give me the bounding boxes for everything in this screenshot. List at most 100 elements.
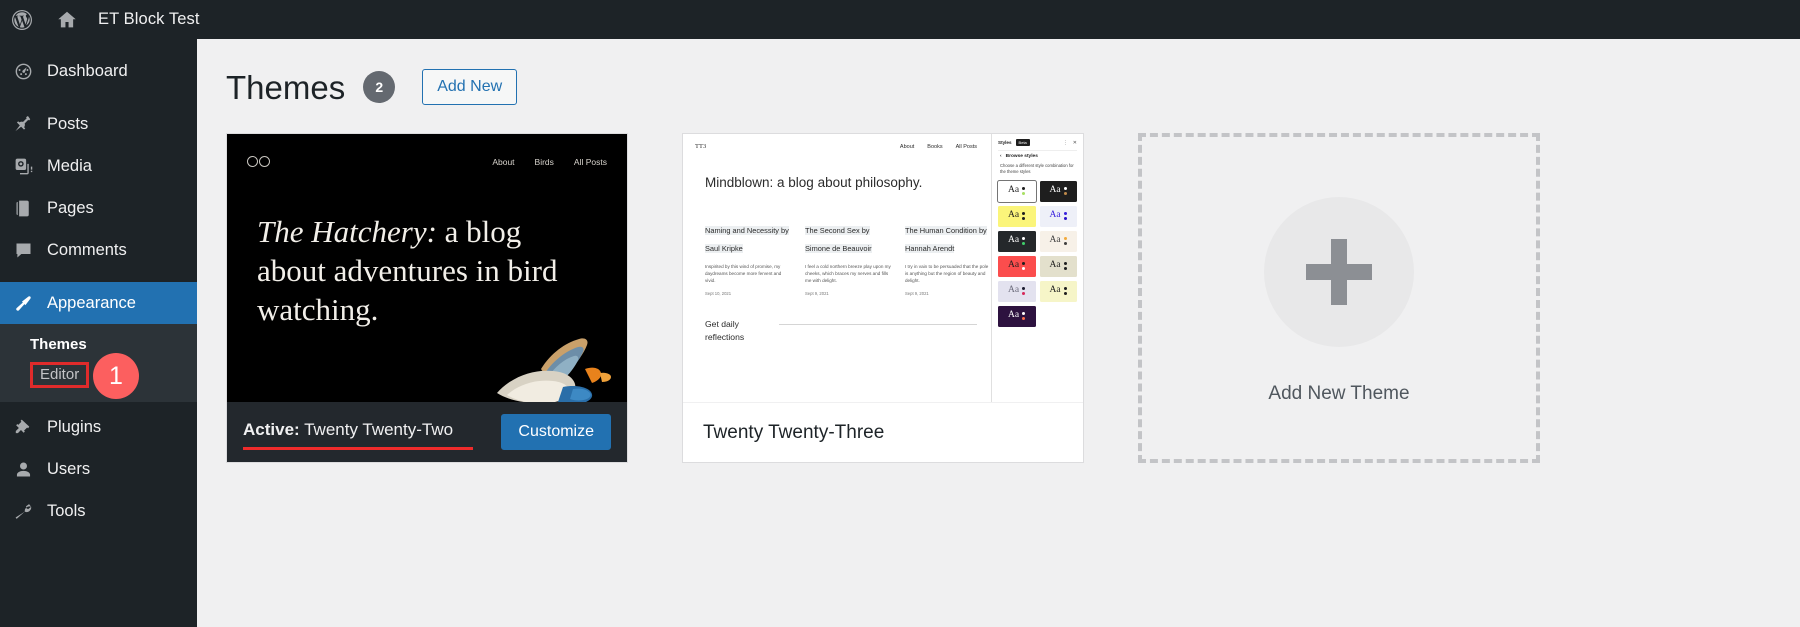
theme-name: Twenty Twenty-Three xyxy=(703,421,885,443)
wrench-icon xyxy=(12,500,34,522)
theme-card-twenty-twenty-three[interactable]: TT3 About Books All Posts Mindblown: a b… xyxy=(682,133,1084,463)
tt3-post-list: Naming and Necessity by Saul Kripke Insp… xyxy=(683,190,991,296)
sidebar-item-label: Dashboard xyxy=(47,61,128,80)
sidebar-item-label: Tools xyxy=(47,501,86,520)
tt3-post-excerpt: Inspirited by this wind of promise, my d… xyxy=(705,264,782,284)
styles-panel-description: Choose a different style combination for… xyxy=(1000,163,1074,175)
style-swatch-sample-text: Aa xyxy=(1008,285,1020,296)
tt3-nav-link: About xyxy=(899,143,915,150)
style-swatch-dots xyxy=(1063,211,1067,221)
plus-icon xyxy=(1306,239,1372,305)
tt3-nav-link: Books xyxy=(927,143,943,150)
tt3-hero-heading: Mindblown: a blog about philosophy. xyxy=(705,175,923,190)
theme-screenshot[interactable]: TT3 About Books All Posts Mindblown: a b… xyxy=(683,134,1083,402)
home-icon xyxy=(58,11,76,27)
tt3-preview-body: TT3 About Books All Posts Mindblown: a b… xyxy=(683,134,991,402)
style-swatch-0[interactable]: Aa xyxy=(997,179,1037,203)
style-swatch-sample-text: Aa xyxy=(1008,185,1020,196)
theme-name-bar: Twenty Twenty-Three xyxy=(683,402,1083,462)
theme-count-badge: 2 xyxy=(363,71,396,103)
style-swatch-dots xyxy=(1063,236,1067,246)
tt2-nav-link: Birds xyxy=(534,157,554,167)
style-swatch-9[interactable]: Aa xyxy=(1039,280,1077,302)
sidebar-item-label: Comments xyxy=(47,240,127,259)
sidebar-item-media[interactable]: Media xyxy=(0,145,197,187)
active-prefix: Active: xyxy=(243,420,300,439)
two-circles-logo-icon xyxy=(247,156,271,168)
submenu-item-editor[interactable]: Editor 1 xyxy=(0,353,197,399)
sidebar-item-tools[interactable]: Tools xyxy=(0,490,197,532)
tt3-post-date: Sept 9, 2021 xyxy=(805,291,829,297)
admin-bar: ET Block Test xyxy=(0,0,1800,39)
style-swatch-sample-text: Aa xyxy=(1049,185,1061,196)
customize-button[interactable]: Customize xyxy=(501,414,611,450)
site-home-button[interactable]: ET Block Test xyxy=(34,0,200,39)
wordpress-logo-icon xyxy=(12,9,32,30)
sidebar-item-posts[interactable]: Posts xyxy=(0,103,197,145)
wordpress-logo-button[interactable] xyxy=(0,0,34,39)
style-swatch-sample-text: Aa xyxy=(1049,260,1061,271)
tt2-preview-nav: About Birds All Posts xyxy=(227,156,627,168)
style-swatch-dots xyxy=(1022,286,1026,296)
style-swatch-8[interactable]: Aa xyxy=(998,280,1036,302)
style-swatch-dots xyxy=(1063,186,1067,196)
style-swatch-7[interactable]: Aa xyxy=(1039,255,1077,277)
pages-icon xyxy=(12,197,34,219)
kebab-menu-icon[interactable]: ⋮ xyxy=(1063,140,1068,146)
add-new-theme-label: Add New Theme xyxy=(1268,383,1410,404)
sidebar-item-users[interactable]: Users xyxy=(0,448,197,490)
theme-card-twenty-twenty-two[interactable]: About Birds All Posts The Hatchery: a bl… xyxy=(226,133,628,463)
appearance-submenu: Themes Editor 1 xyxy=(0,324,197,402)
style-swatch-3[interactable]: Aa xyxy=(1039,205,1077,227)
style-swatch-sample-text: Aa xyxy=(1008,235,1020,246)
sidebar-item-pages[interactable]: Pages xyxy=(0,187,197,229)
tt2-nav-links: About Birds All Posts xyxy=(492,157,607,167)
add-new-theme-card[interactable]: Add New Theme xyxy=(1138,133,1540,463)
style-swatch-5[interactable]: Aa xyxy=(1039,230,1077,252)
themes-grid: About Birds All Posts The Hatchery: a bl… xyxy=(197,105,1800,463)
style-swatch-grid: Aa Aa Aa Aa Aa Aa Aa Aa Aa Aa Aa xyxy=(997,179,1077,327)
tt3-footer-cta: Get daily reflections xyxy=(683,296,991,343)
tt3-logo: TT3 xyxy=(695,143,707,150)
close-icon[interactable]: ✕ xyxy=(1073,140,1077,146)
style-swatch-1[interactable]: Aa xyxy=(1039,180,1077,202)
submenu-item-themes[interactable]: Themes xyxy=(0,330,197,359)
sidebar-item-dashboard[interactable]: Dashboard xyxy=(0,50,197,92)
users-icon xyxy=(12,458,34,480)
sidebar-item-appearance[interactable]: Appearance xyxy=(0,282,197,324)
style-swatch-dots xyxy=(1022,236,1026,246)
style-swatch-sample-text: Aa xyxy=(1008,260,1020,271)
active-theme-name: Twenty Twenty-Two xyxy=(304,420,454,439)
sidebar-item-plugins[interactable]: Plugins xyxy=(0,406,197,448)
pin-icon xyxy=(12,113,34,135)
tt3-post-excerpt: I try in vain to be persuaded that the p… xyxy=(905,264,989,284)
add-new-button[interactable]: Add New xyxy=(422,69,518,105)
step-badge-1: 1 xyxy=(93,353,139,399)
style-swatch-dots xyxy=(1022,311,1026,321)
style-swatch-2[interactable]: Aa xyxy=(998,205,1036,227)
submenu-item-label: Themes xyxy=(30,336,87,353)
tt3-post-title: Naming and Necessity by Saul Kripke xyxy=(705,226,789,253)
site-title: ET Block Test xyxy=(98,10,200,28)
styles-panel-header: Styles Beta ⋮ ✕ xyxy=(998,139,1077,150)
tt3-preview-nav: TT3 About Books All Posts xyxy=(683,143,991,150)
browse-styles-header[interactable]: ‹ Browse styles xyxy=(998,150,1077,163)
chevron-left-icon: ‹ xyxy=(1000,154,1002,159)
sidebar-item-label: Posts xyxy=(47,114,89,133)
sidebar-item-label: Plugins xyxy=(47,417,102,436)
tt3-post-item: The Human Condition by Hannah Arendt I t… xyxy=(905,220,991,296)
tt3-post-date: Sept 9, 2021 xyxy=(905,291,929,297)
sidebar-item-comments[interactable]: Comments xyxy=(0,229,197,271)
theme-screenshot[interactable]: About Birds All Posts The Hatchery: a bl… xyxy=(227,134,627,402)
style-swatch-4[interactable]: Aa xyxy=(998,230,1036,252)
style-swatch-dots xyxy=(1022,261,1026,271)
style-swatch-10[interactable]: Aa xyxy=(998,305,1036,327)
styles-panel: Styles Beta ⋮ ✕ ‹ Browse styles Choose a… xyxy=(991,134,1083,402)
tt3-nav-links: About Books All Posts xyxy=(900,144,977,150)
tt3-divider xyxy=(779,324,977,326)
theme-active-footer: Active: Twenty Twenty-Two Customize xyxy=(227,402,627,462)
style-swatch-6[interactable]: Aa xyxy=(998,255,1036,277)
sidebar-item-label: Users xyxy=(47,459,91,478)
